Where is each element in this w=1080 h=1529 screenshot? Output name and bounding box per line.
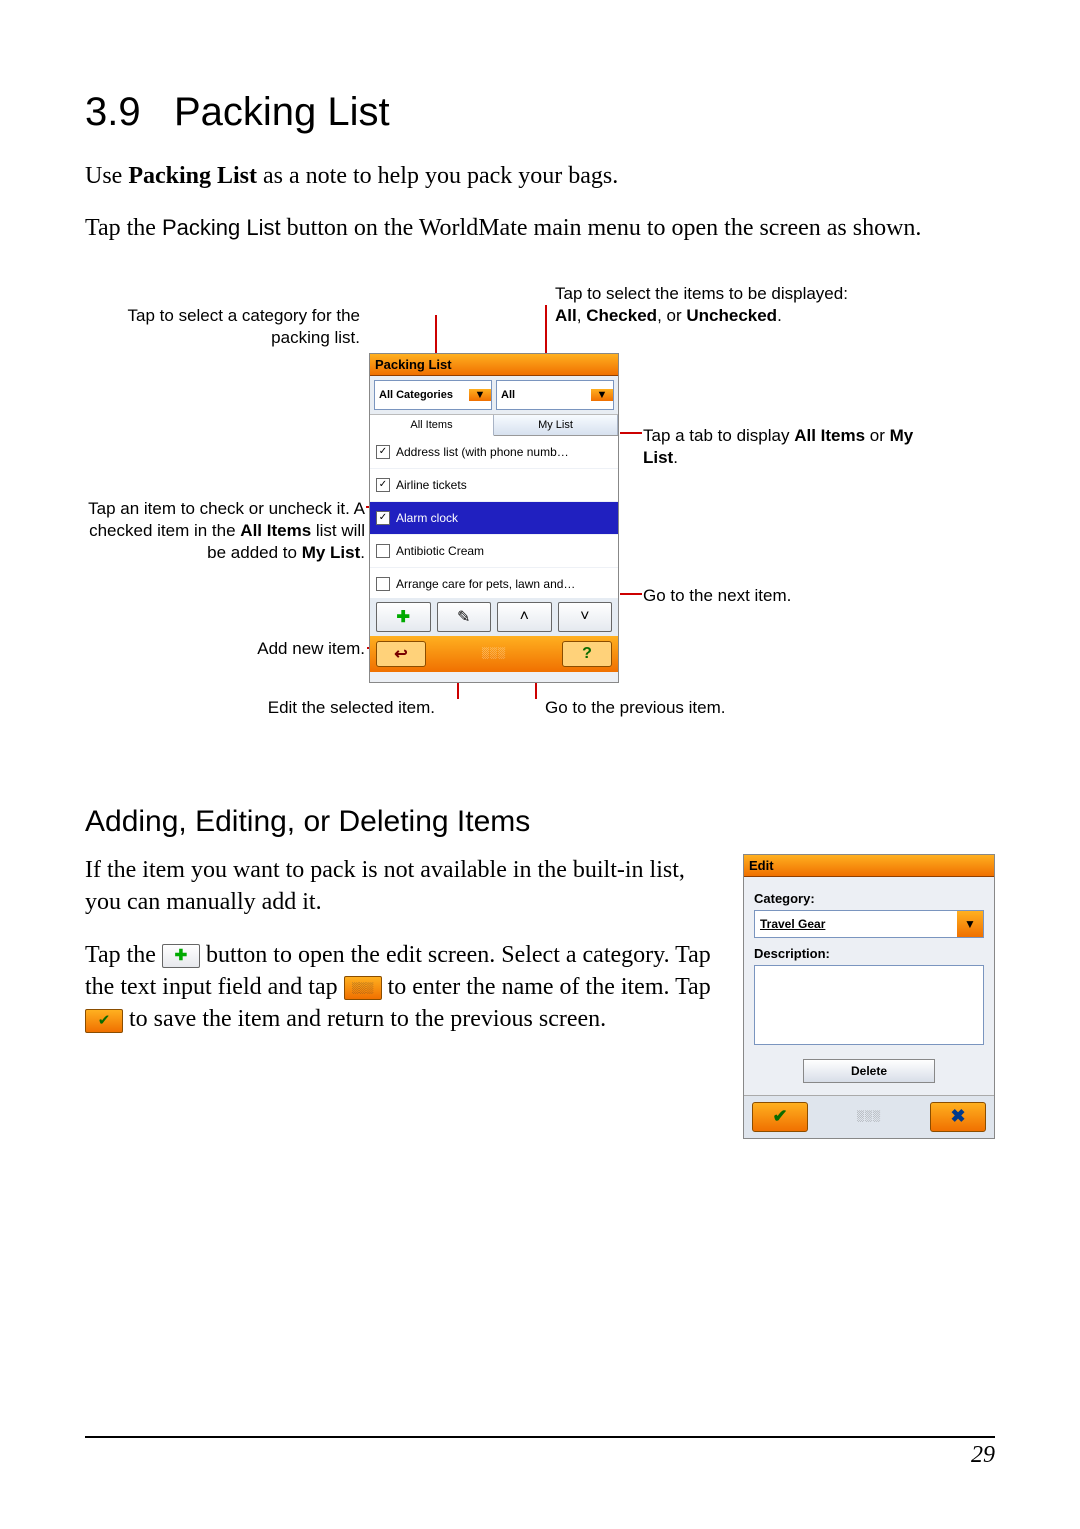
category-dropdown[interactable]: All Categories ▼ [374, 380, 492, 410]
section-number: 3.9 [85, 90, 141, 134]
packing-list-screenshot: Packing List All Categories ▼ All ▼ All … [369, 353, 619, 683]
page-number: 29 [85, 1436, 995, 1469]
help-button[interactable]: ? [562, 641, 612, 667]
paragraph-1: Use Packing List as a note to help you p… [85, 160, 995, 192]
callout-tabs: Tap a tab to display All Items or My Lis… [643, 425, 943, 469]
paragraph-2: Tap the Packing List button on the World… [85, 212, 995, 244]
keyboard-icon[interactable]: ░░░ [857, 1111, 881, 1122]
checkbox-icon[interactable] [376, 544, 390, 558]
delete-button[interactable]: Delete [803, 1059, 935, 1083]
cancel-button[interactable]: ✖ [930, 1102, 986, 1132]
callout-filter: Tap to select the items to be displayed:… [555, 283, 855, 327]
subsection-heading: Adding, Editing, or Deleting Items [85, 805, 995, 839]
list-item[interactable]: ✓ Address list (with phone numb… [370, 436, 618, 469]
description-input[interactable] [754, 965, 984, 1045]
callout-add: Add new item. [175, 638, 365, 660]
list-item[interactable]: ✓ Airline tickets [370, 469, 618, 502]
chevron-down-icon: ▼ [957, 911, 983, 937]
save-button[interactable]: ✔ [752, 1102, 808, 1132]
close-icon: ✖ [950, 1106, 965, 1127]
chevron-down-icon: ˅ [580, 608, 589, 626]
chevron-down-icon: ▼ [591, 389, 613, 401]
packing-list-figure: Tap to select a category for the packing… [85, 265, 995, 765]
callout-category: Tap to select a category for the packing… [125, 305, 360, 349]
list-item[interactable]: Arrange care for pets, lawn and… [370, 568, 618, 598]
list-item[interactable]: ✓ Alarm clock [370, 502, 618, 535]
section-title: Packing List [174, 90, 390, 134]
description-label: Description: [754, 946, 984, 961]
paragraph-4: Tap the ✚ button to open the edit screen… [85, 939, 713, 1036]
next-item-button[interactable]: ˅ [558, 602, 613, 632]
tab-my-list[interactable]: My List [494, 415, 618, 435]
callout-prev: Go to the previous item. [545, 697, 805, 719]
filter-dropdown[interactable]: All ▼ [496, 380, 614, 410]
check-icon: ✔ [772, 1106, 787, 1127]
window-title: Edit [744, 855, 994, 877]
checkbox-icon[interactable]: ✓ [376, 511, 390, 525]
category-dropdown[interactable]: Travel Gear ▼ [754, 910, 984, 938]
pencil-icon: ✎ [457, 607, 470, 627]
back-button[interactable]: ↩ [376, 641, 426, 667]
category-label: Category: [754, 891, 984, 906]
plus-icon: ✚ [162, 944, 200, 968]
edit-screenshot: Edit Category: Travel Gear ▼ Description… [743, 854, 995, 1139]
check-icon: ✔ [85, 1009, 123, 1033]
checkbox-icon[interactable]: ✓ [376, 478, 390, 492]
paragraph-3: If the item you want to pack is not avai… [85, 854, 713, 919]
add-item-button[interactable]: ✚ [376, 602, 431, 632]
checkbox-icon[interactable]: ✓ [376, 445, 390, 459]
help-icon: ? [582, 645, 592, 663]
checkbox-icon[interactable] [376, 577, 390, 591]
chevron-up-icon: ˄ [520, 608, 529, 626]
packing-item-list: ✓ Address list (with phone numb… ✓ Airli… [370, 436, 618, 598]
list-item[interactable]: Antibiotic Cream [370, 535, 618, 568]
callout-next: Go to the next item. [643, 585, 893, 607]
keyboard-icon: ░░░ [344, 976, 382, 1000]
tab-all-items[interactable]: All Items [370, 415, 494, 436]
prev-item-button[interactable]: ˄ [497, 602, 552, 632]
window-title: Packing List [370, 354, 618, 376]
callout-edit: Edit the selected item. [165, 697, 435, 719]
chevron-down-icon: ▼ [469, 389, 491, 401]
section-heading: 3.9 Packing List [85, 90, 995, 135]
callout-check: Tap an item to check or uncheck it. A ch… [85, 498, 365, 564]
edit-item-button[interactable]: ✎ [437, 602, 492, 632]
back-arrow-icon: ↩ [394, 644, 407, 664]
plus-icon: ✚ [397, 607, 410, 627]
keyboard-icon[interactable]: ░░░ [482, 648, 506, 659]
